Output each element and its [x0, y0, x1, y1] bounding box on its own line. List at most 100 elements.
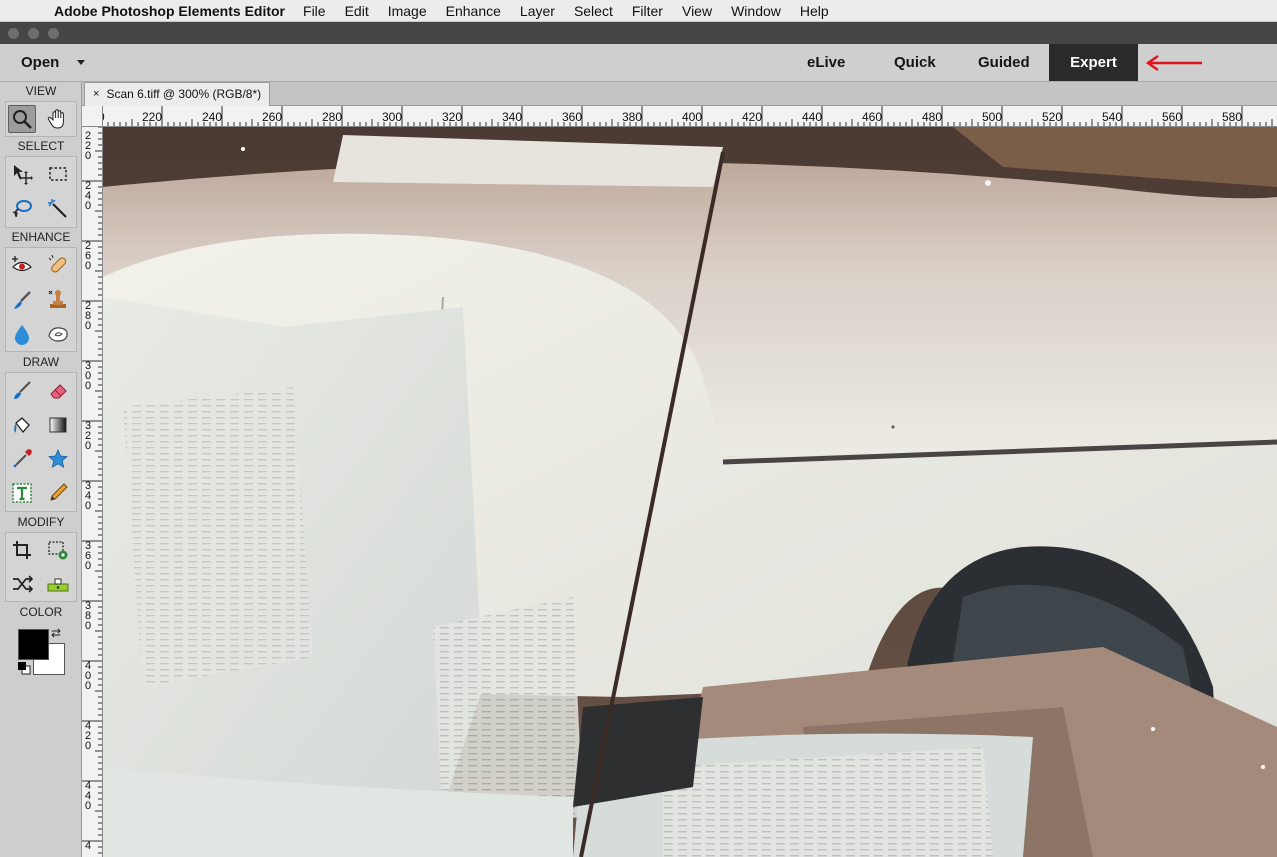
zoom-window-button[interactable]: [48, 27, 59, 39]
ruler-label: 4 0 0: [84, 660, 92, 692]
eye-icon: [12, 256, 32, 272]
shuffle-icon: [13, 575, 33, 593]
menu-image[interactable]: Image: [388, 3, 427, 19]
mode-tab-elive[interactable]: eLive: [807, 44, 845, 81]
ruler-label: 320: [442, 110, 463, 124]
menu-edit[interactable]: Edit: [345, 3, 369, 19]
menu-window[interactable]: Window: [731, 3, 781, 19]
ruler-label: 480: [922, 110, 943, 124]
crop-tool[interactable]: [8, 536, 36, 564]
ruler-label: 3 4 0: [84, 480, 92, 512]
menu-layer[interactable]: Layer: [520, 3, 555, 19]
gradient-icon: [49, 417, 67, 433]
foreground-color-swatch[interactable]: [18, 629, 49, 660]
menu-file[interactable]: File: [303, 3, 326, 19]
ruler-label: 500: [982, 110, 1003, 124]
recompose-tool[interactable]: [44, 536, 72, 564]
ruler-label: 460: [862, 110, 883, 124]
tool-group-select: [5, 156, 77, 228]
paintbrush-icon: [14, 381, 31, 399]
sponge-tool[interactable]: [44, 320, 72, 348]
ruler-label: 4 4 0: [84, 780, 92, 812]
menu-filter[interactable]: Filter: [632, 3, 663, 19]
ruler-label: 3 6 0: [84, 540, 92, 572]
star-shape-icon: [48, 448, 68, 469]
move-tool[interactable]: [8, 160, 36, 188]
ruler-label: 2 6 0: [84, 240, 92, 272]
magic-wand-tool[interactable]: [44, 195, 72, 223]
section-label-draw: DRAW: [22, 355, 60, 369]
gradient-tool[interactable]: [44, 411, 72, 439]
minimize-window-button[interactable]: [28, 27, 39, 39]
toolbox-panel: VIEW SELECT ENHANCE DRAW MODIFY COLOR ⇄: [0, 82, 82, 857]
vertical-ruler[interactable]: 2 2 0 2 4 0 2 6 0 2 8 0 3 0 0 3 2 0 3 4 …: [82, 127, 103, 857]
magic-wand-icon: [48, 199, 67, 218]
default-colors-icon[interactable]: [17, 661, 31, 675]
red-eye-tool[interactable]: [8, 251, 36, 279]
ruler-label: 220: [142, 110, 163, 124]
text-icon: [12, 483, 32, 503]
section-label-view: VIEW: [25, 84, 57, 98]
open-dropdown-icon[interactable]: [77, 60, 85, 65]
scanned-photo-truck-fender: [103, 127, 1277, 857]
straighten-tool[interactable]: [44, 570, 72, 598]
tool-group-modify: [5, 532, 77, 602]
sponge-icon: [48, 327, 68, 342]
section-label-modify: MODIFY: [17, 515, 65, 529]
red-annotation-arrow-icon: [1145, 54, 1202, 72]
marquee-tool[interactable]: [44, 160, 72, 188]
ruler-label: 340: [502, 110, 523, 124]
tool-group-draw: [5, 372, 77, 512]
mode-tab-quick[interactable]: Quick: [894, 44, 936, 81]
eraser-tool[interactable]: [44, 376, 72, 404]
section-label-color: COLOR: [19, 605, 63, 619]
hand-tool[interactable]: [44, 105, 72, 133]
smart-brush-tool[interactable]: [8, 286, 36, 314]
content-aware-move-tool[interactable]: [8, 570, 36, 598]
ruler-origin[interactable]: [82, 106, 103, 127]
app-name-menu[interactable]: Adobe Photoshop Elements Editor: [54, 3, 285, 19]
ruler-label: 260: [262, 110, 283, 124]
ruler-label: 4 2 0: [84, 720, 92, 752]
mode-tab-guided[interactable]: Guided: [978, 44, 1030, 81]
swap-colors-icon[interactable]: ⇄: [51, 626, 61, 640]
custom-shape-tool[interactable]: [44, 445, 72, 473]
close-tab-button[interactable]: ×: [93, 83, 99, 106]
blur-tool[interactable]: [8, 320, 36, 348]
ruler-label: 280: [322, 110, 343, 124]
ruler-label: 3 2 0: [84, 420, 92, 452]
menu-help[interactable]: Help: [800, 3, 829, 19]
open-button[interactable]: Open: [21, 54, 59, 71]
ruler-label: 3 0 0: [84, 360, 92, 392]
brush-tool[interactable]: [8, 376, 36, 404]
brush-icon: [14, 291, 31, 309]
ruler-label: 240: [202, 110, 223, 124]
zoom-tool[interactable]: [8, 105, 36, 133]
recompose-icon: [48, 541, 68, 560]
drop-icon: [15, 325, 29, 345]
move-icon: [14, 165, 33, 185]
image-canvas[interactable]: [103, 127, 1277, 857]
menu-view[interactable]: View: [682, 3, 712, 19]
ruler-label: 0: [103, 110, 105, 124]
menu-select[interactable]: Select: [574, 3, 613, 19]
spot-healing-tool[interactable]: [44, 251, 72, 279]
document-tab[interactable]: × Scan 6.tiff @ 300% (RGB/8*): [84, 82, 271, 106]
eyedropper-tool[interactable]: [8, 445, 36, 473]
menu-enhance[interactable]: Enhance: [446, 3, 501, 19]
close-window-button[interactable]: [8, 27, 19, 39]
magnifier-icon: [13, 110, 32, 129]
horizontal-ruler[interactable]: 0 220 240 260 280 300 320 340 360 380 40…: [103, 106, 1277, 127]
ruler-label: 380: [622, 110, 643, 124]
lasso-icon: [12, 200, 32, 218]
paint-bucket-tool[interactable]: [8, 411, 36, 439]
pencil-tool[interactable]: [44, 479, 72, 507]
window-titlebar: [0, 22, 1277, 44]
lasso-tool[interactable]: [8, 195, 36, 223]
mode-tab-expert[interactable]: Expert: [1049, 44, 1138, 81]
document-tab-title: Scan 6.tiff @ 300% (RGB/8*): [106, 87, 262, 101]
type-tool[interactable]: [8, 479, 36, 507]
clone-stamp-tool[interactable]: [44, 286, 72, 314]
hand-icon: [47, 109, 64, 129]
pencil-icon: [50, 483, 68, 501]
